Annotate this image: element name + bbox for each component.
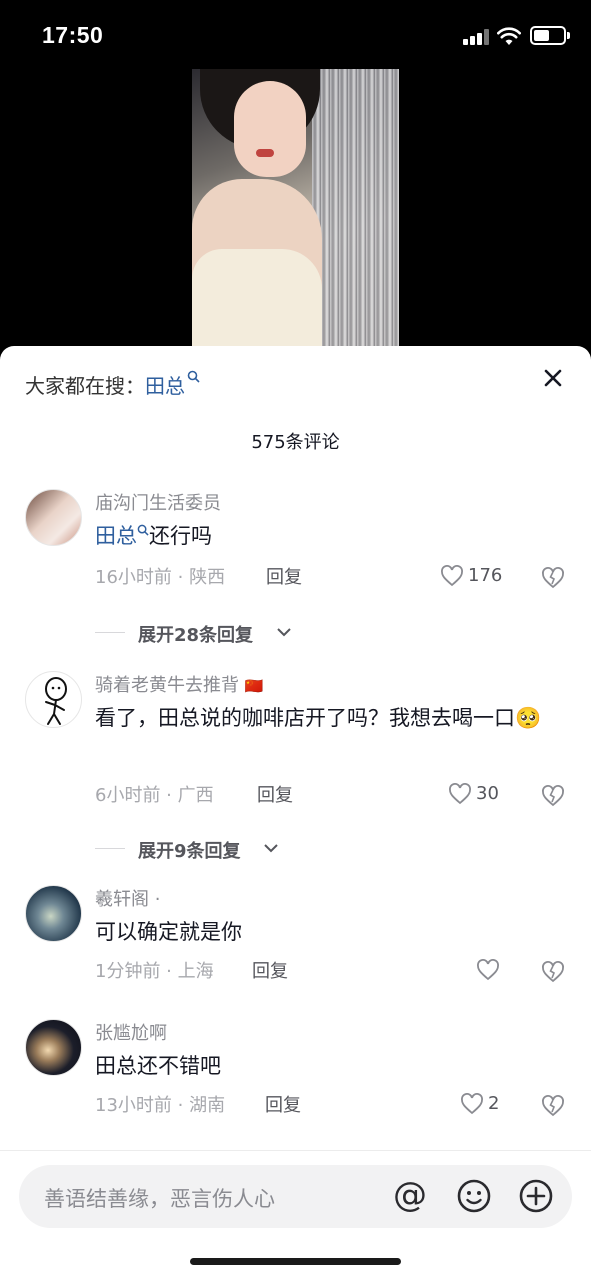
- smiley-icon[interactable]: [455, 1177, 493, 1215]
- expand-replies[interactable]: 展开9条回复: [95, 837, 295, 862]
- battery-level: [534, 30, 549, 41]
- avatar[interactable]: [25, 489, 82, 546]
- reply-button[interactable]: 回复: [252, 957, 288, 983]
- wifi-icon: [497, 27, 521, 45]
- battery-icon: [530, 26, 566, 45]
- expand-replies-label: 展开28条回复: [138, 625, 254, 646]
- comment-text: 田总还不错吧: [95, 1054, 221, 1078]
- broken-heart-icon[interactable]: [541, 566, 565, 590]
- comment-author[interactable]: 庙沟门生活委员: [95, 489, 221, 515]
- heart-outline-icon: [461, 1093, 483, 1115]
- comment-meta: 13小时前 · 湖南: [95, 1095, 226, 1116]
- plus-circle-icon[interactable]: [517, 1177, 555, 1215]
- comment-input-placeholder: 善语结善缘，恶言伤人心: [44, 1187, 275, 1211]
- expand-replies[interactable]: 展开28条回复: [95, 621, 315, 646]
- like-button[interactable]: 2: [460, 1093, 510, 1117]
- broken-heart-icon[interactable]: [541, 960, 565, 984]
- comment-text: 田总 还行吗: [95, 519, 560, 553]
- comment-search-link[interactable]: 田总: [95, 524, 137, 548]
- pleading-face-emoji: 🥺: [515, 706, 542, 730]
- comment-input[interactable]: 善语结善缘，恶言伤人心 @: [19, 1165, 572, 1228]
- reply-button[interactable]: 回复: [265, 1091, 301, 1117]
- comment-text: 可以确定就是你: [95, 920, 242, 944]
- battery-tip: [567, 32, 570, 39]
- cellular-signal-icon: [463, 29, 490, 45]
- comment-sheet: 大家都在搜：田总 575条评论 庙沟门生活委员 田总 还行吗 16小时前 · 陕西…: [0, 346, 591, 1280]
- comment-author[interactable]: 张尴尬啊: [95, 1019, 167, 1045]
- heart-outline-icon: [441, 565, 463, 587]
- trending-search-term[interactable]: 田总: [145, 374, 185, 398]
- reply-button[interactable]: 回复: [257, 781, 293, 807]
- comment-author-name: 骑着老黄牛去推背: [95, 675, 239, 696]
- expand-replies-label: 展开9条回复: [138, 841, 241, 862]
- like-button[interactable]: [476, 959, 506, 983]
- like-button[interactable]: 30: [448, 783, 508, 807]
- comment-author[interactable]: 羲轩阁 ·: [95, 885, 160, 911]
- comment-count: 575条评论: [251, 432, 340, 453]
- trending-search-label: 大家都在搜：: [25, 374, 145, 398]
- mention-button[interactable]: @: [391, 1177, 429, 1215]
- like-count: 30: [476, 783, 499, 804]
- stick-figure-avatar-icon: [45, 677, 67, 725]
- chevron-down-icon: [264, 844, 278, 853]
- avatar[interactable]: [25, 1019, 82, 1076]
- broken-heart-icon[interactable]: [541, 1094, 565, 1118]
- close-icon[interactable]: [541, 366, 565, 390]
- home-indicator[interactable]: [190, 1258, 401, 1265]
- search-icon: [187, 370, 200, 383]
- comment-author[interactable]: 骑着老黄牛去推背 🇨🇳: [95, 671, 263, 697]
- trending-search[interactable]: 大家都在搜：田总: [25, 370, 200, 399]
- search-icon: [137, 524, 149, 536]
- comment-meta: 1分钟前 · 上海: [95, 961, 214, 982]
- avatar[interactable]: [25, 671, 82, 728]
- like-button[interactable]: 176: [440, 565, 510, 589]
- status-time: 17:50: [42, 22, 104, 48]
- comment-text-body: 看了，田总说的咖啡店开了吗？我想去喝一口: [95, 706, 515, 730]
- comment-meta: 6小时前 · 广西: [95, 785, 214, 806]
- comment-text-body: 还行吗: [149, 524, 212, 548]
- china-flag-icon: 🇨🇳: [244, 677, 264, 695]
- comment-text: 看了，田总说的咖啡店开了吗？我想去喝一口🥺: [95, 701, 560, 735]
- heart-outline-icon: [477, 959, 499, 981]
- status-bar: 17:50: [0, 0, 591, 70]
- like-count: 2: [488, 1093, 500, 1114]
- comment-meta: 16小时前 · 陕西: [95, 567, 226, 588]
- chevron-down-icon: [277, 628, 291, 637]
- heart-outline-icon: [449, 783, 471, 805]
- broken-heart-icon[interactable]: [541, 784, 565, 808]
- reply-button[interactable]: 回复: [266, 563, 302, 589]
- video-preview[interactable]: [192, 69, 399, 359]
- avatar[interactable]: [25, 885, 82, 942]
- like-count: 176: [468, 565, 503, 586]
